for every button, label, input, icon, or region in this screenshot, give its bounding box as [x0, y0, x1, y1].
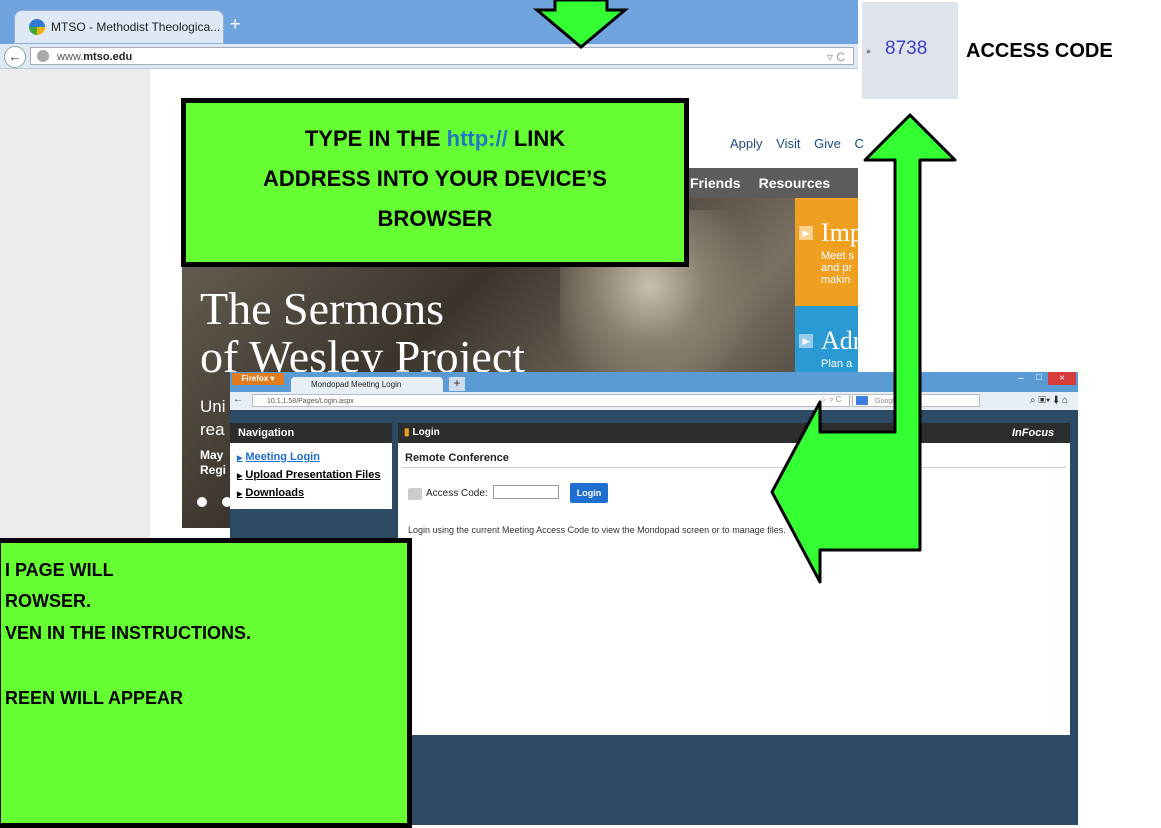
- navigation-panel-title: Navigation: [230, 423, 392, 443]
- visit-link[interactable]: Visit: [776, 136, 800, 151]
- callout-line: ROWSER.: [5, 591, 92, 611]
- maximize-icon[interactable]: □: [1036, 372, 1042, 383]
- bookmark-reload-icons[interactable]: ☆ ▿ C: [820, 395, 841, 404]
- instruction-callout-top: TYPE IN THE http:// LINK ADDRESS INTO YO…: [181, 98, 689, 267]
- nav-resources[interactable]: Resources: [759, 175, 831, 191]
- browser1-nav-bar: ← www.mtso.edu ▿ C: [0, 44, 858, 69]
- promo1-line: makin: [821, 274, 851, 286]
- new-tab-button[interactable]: +: [449, 377, 465, 391]
- lock-icon: ▮: [404, 427, 410, 438]
- callout-line: VEN IN THE INSTRUCTIONS.: [5, 623, 252, 643]
- callout-line2: ADDRESS INTO YOUR DEVICE’S: [263, 166, 607, 191]
- caret-right-icon: ▶: [237, 455, 243, 462]
- access-code-number: 8738: [885, 38, 928, 59]
- hero-text-2: rea: [200, 420, 225, 439]
- callout-text: TYPE IN THE: [304, 126, 447, 151]
- apply-link[interactable]: Apply: [730, 136, 763, 151]
- divider: [402, 467, 1066, 468]
- new-tab-button[interactable]: +: [230, 14, 241, 35]
- promo-tile-orange[interactable]: ▶ Imp Meet s and pr makin: [795, 198, 863, 306]
- callout-line: REEN WILL APPEAR: [5, 688, 184, 708]
- access-code-label: Access Code:: [426, 488, 488, 499]
- mtso-logo-icon: [29, 19, 45, 35]
- site-nav-bar: Friends Resources: [680, 168, 858, 198]
- login-button[interactable]: Login: [570, 483, 608, 503]
- url-prefix: www.: [57, 51, 84, 63]
- nav-upload-files[interactable]: ▶ Upload Presentation Files: [237, 469, 380, 481]
- play-icon: ▶: [799, 334, 813, 348]
- login-help-text: Login using the current Meeting Access C…: [408, 525, 786, 535]
- callout-line: I PAGE WILL: [5, 560, 114, 580]
- search-input[interactable]: Google: [852, 394, 980, 407]
- site-top-links: Apply Visit Give C: [730, 136, 874, 151]
- toolbar-icons[interactable]: ⌕ ▣▾ ⬇ ⌂: [1030, 395, 1068, 406]
- promo1-line: Meet s: [821, 250, 855, 262]
- instruction-callout-bottom: I PAGE WILL ROWSER. VEN IN THE INSTRUCTI…: [0, 538, 412, 828]
- promo1-heading: Imp: [821, 218, 863, 247]
- hero-text-1: Uni: [200, 397, 226, 416]
- login-title: Login: [412, 427, 440, 438]
- browser1-tab[interactable]: MTSO - Methodist Theologica...: [14, 10, 224, 44]
- callout-line3: BROWSER: [377, 206, 493, 231]
- close-icon[interactable]: ×: [1048, 372, 1076, 385]
- nav-friends[interactable]: Friends: [690, 175, 741, 191]
- browser1-tab-title: MTSO - Methodist Theologica...: [51, 20, 221, 34]
- promo2-line: Plan a: [821, 358, 853, 370]
- back-arrow-icon[interactable]: ←: [233, 394, 243, 405]
- nav-meeting-login-label: Meeting Login: [245, 451, 320, 463]
- play-icon: ▶: [799, 226, 813, 240]
- key-icon: [408, 488, 422, 500]
- firefox-menu-button[interactable]: Firefox ▾: [232, 373, 284, 385]
- callout-text: LINK: [507, 126, 566, 151]
- nav-meeting-login[interactable]: ▶ Meeting Login: [237, 451, 320, 463]
- nav-downloads-label: Downloads: [245, 487, 305, 499]
- back-arrow-icon[interactable]: ←: [4, 46, 26, 68]
- minimize-icon[interactable]: –: [1018, 373, 1024, 384]
- page-left-gutter: [0, 69, 150, 539]
- access-code-caption: ACCESS CODE: [966, 40, 1113, 62]
- carousel-dot[interactable]: [197, 497, 207, 507]
- hero-title-line1: The Sermons: [200, 283, 445, 334]
- promo1-line: and pr: [821, 262, 853, 274]
- reload-icon[interactable]: ▿ C: [827, 48, 845, 66]
- nav-upload-files-label: Upload Presentation Files: [245, 469, 381, 481]
- infocus-logo: InFocus: [1012, 427, 1055, 439]
- callout-line1: TYPE IN THE http:// LINK: [186, 119, 684, 159]
- google-search-icon: [856, 396, 868, 405]
- give-link[interactable]: Give: [814, 136, 841, 151]
- callout-link-text: http://: [446, 126, 508, 151]
- caret-right-icon: ▶: [237, 491, 243, 498]
- globe-icon: [37, 50, 49, 62]
- caret-right-icon: ▶: [237, 473, 243, 480]
- access-code-input[interactable]: [493, 485, 559, 499]
- browser2-url-bar[interactable]: 10.1.1.58/Pages/Login.aspx: [252, 394, 850, 407]
- url-domain: mtso.edu: [83, 51, 133, 63]
- remote-conference-title: Remote Conference: [405, 452, 509, 464]
- promo2-heading: Adr: [821, 326, 862, 355]
- nav-downloads[interactable]: ▶ Downloads: [237, 487, 304, 499]
- browser2-tab[interactable]: Mondopad Meeting Login: [291, 377, 443, 392]
- contact-link[interactable]: C: [854, 136, 863, 151]
- bullet: •: [866, 43, 871, 59]
- hero-text-4: Regi: [200, 463, 227, 477]
- hero-text-3: May: [200, 448, 224, 462]
- login-panel-title: ▮ Login: [398, 423, 1070, 443]
- browser1-url-bar[interactable]: www.mtso.edu ▿ C: [30, 47, 854, 65]
